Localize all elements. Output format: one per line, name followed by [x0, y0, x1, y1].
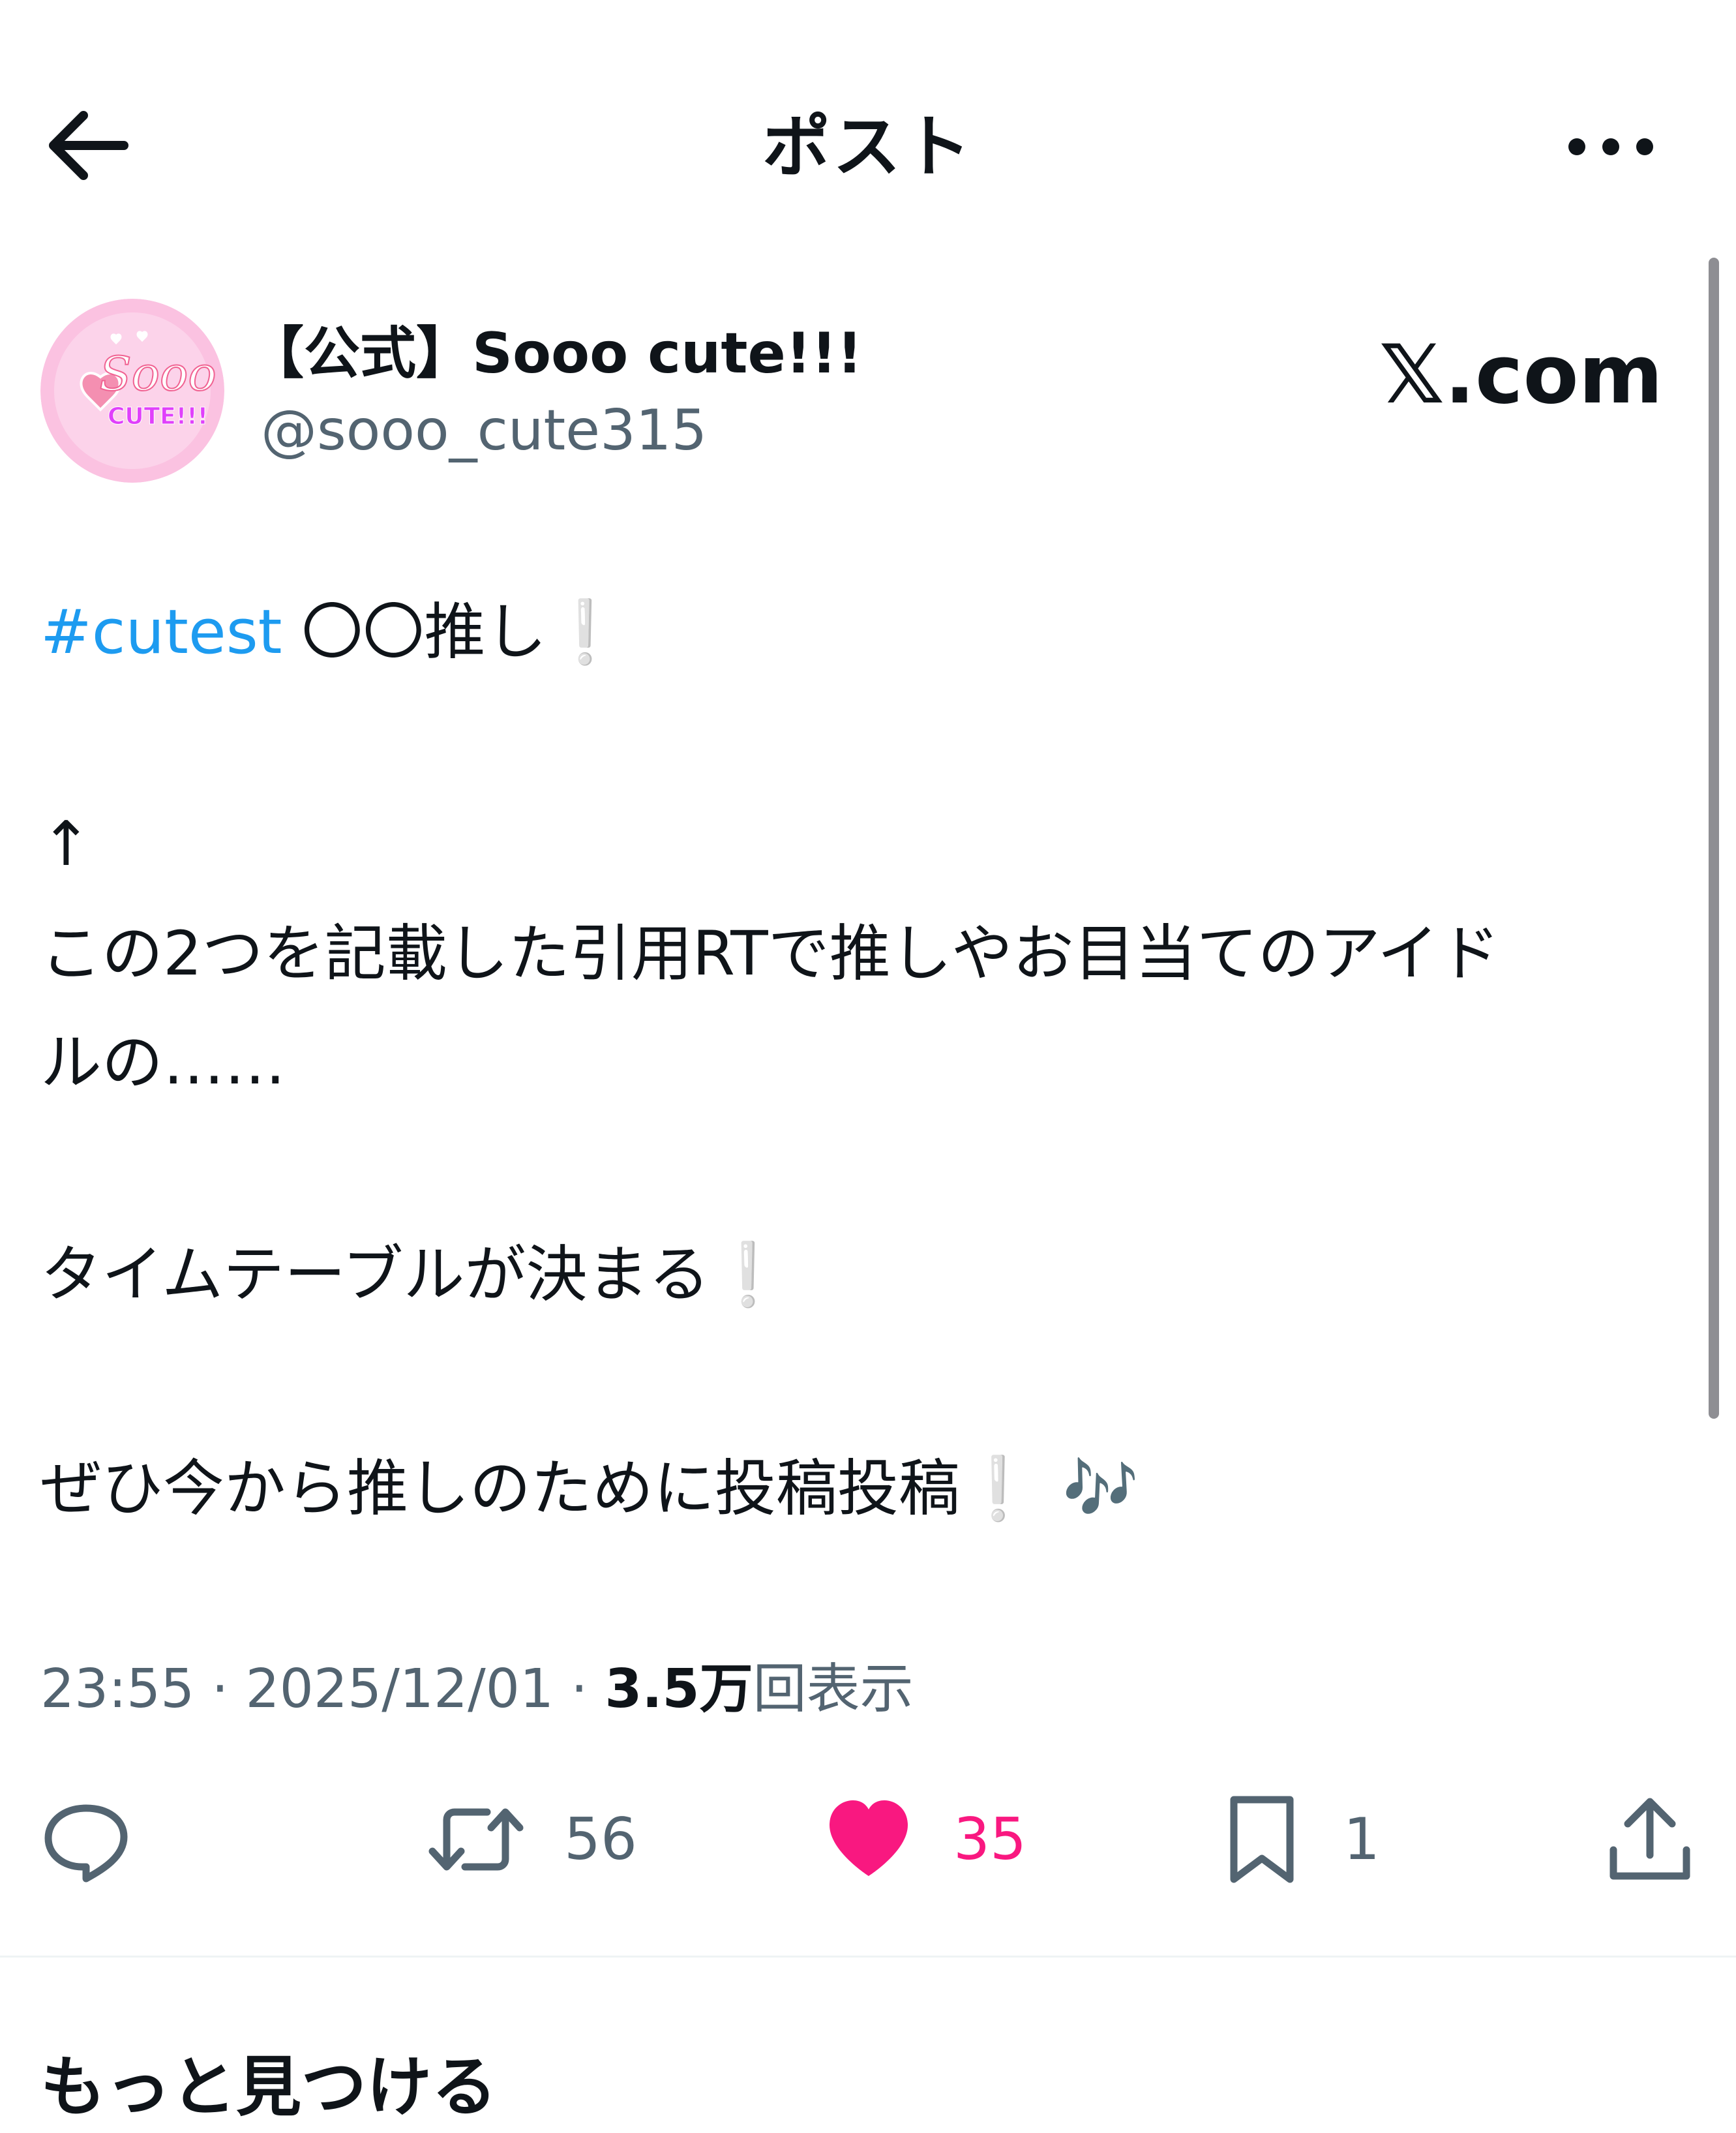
discover-more-heading: もっと見つける [40, 2049, 497, 2125]
retweet-button[interactable]: 56 [427, 1787, 637, 1892]
post-line-3: この2つを記載した引用RTで推しやお目当てのアイド [40, 918, 1501, 990]
post-line-6: ぜひ今から推しのために投稿投稿❕ 🎶 [40, 1447, 1139, 1532]
avatar-logo-bottom: CUTE!!! [108, 403, 208, 430]
author-handle[interactable]: @sooo_cute315 [261, 391, 707, 470]
bookmark-count: 1 [1343, 1806, 1380, 1873]
post-time[interactable]: 23:55 [40, 1658, 194, 1720]
reply-button[interactable] [40, 1787, 171, 1892]
bookmark-button[interactable]: 1 [1220, 1787, 1380, 1892]
post-line-4: ルの…… [40, 1027, 286, 1098]
like-button[interactable]: 35 [823, 1787, 1026, 1892]
post-text: タイムテーブルが決まる [40, 1239, 710, 1310]
share-button[interactable] [1604, 1787, 1696, 1892]
bookmark-icon [1230, 1796, 1294, 1883]
share-icon [1609, 1798, 1690, 1880]
hashtag-link[interactable]: #cutest [40, 597, 282, 668]
post-line-1: #cutest 〇〇推し❕ [40, 590, 623, 675]
music-notes-emoji: 🎶 [1062, 1453, 1139, 1524]
exclamation-emoji: ❕ [960, 1453, 1037, 1524]
exclamation-emoji: ❕ [710, 1239, 786, 1310]
post-meta: 23:55 · 2025/12/01 · 3.5万回表示 [40, 1650, 914, 1729]
views-label: 回表示 [753, 1658, 914, 1720]
post-line-2: ↑ [40, 809, 92, 880]
exclamation-emoji: ❕ [546, 597, 623, 668]
like-count: 35 [953, 1806, 1026, 1873]
xcom-watermark: 𝕏.com [1379, 328, 1663, 422]
more-options-button[interactable] [1552, 104, 1669, 189]
post-text: ぜひ今から推しのために投稿投稿 [40, 1453, 961, 1524]
heart-filled-icon [830, 1800, 908, 1876]
author-display-name[interactable]: 【公式】Sooo cute!!! [248, 314, 862, 393]
meta-separator: · [194, 1658, 246, 1720]
retweet-icon [428, 1808, 524, 1871]
post-date[interactable]: 2025/12/01 [246, 1658, 554, 1720]
scrollbar[interactable] [1709, 258, 1719, 1419]
top-bar: ポスト [0, 0, 1736, 261]
section-divider [0, 1956, 1736, 1958]
retweet-count: 56 [564, 1806, 637, 1873]
more-dots-icon [1568, 138, 1653, 155]
post-text: 〇〇推し [282, 597, 547, 668]
avatar[interactable]: Sooo CUTE!!! [40, 299, 224, 483]
views-count: 3.5万 [605, 1658, 753, 1720]
reply-icon [44, 1804, 128, 1883]
meta-separator: · [554, 1658, 605, 1720]
avatar-logo-top: Sooo [99, 346, 216, 401]
page-title: ポスト [762, 107, 974, 187]
post-line-5: タイムテーブルが決まる❕ [40, 1233, 786, 1318]
